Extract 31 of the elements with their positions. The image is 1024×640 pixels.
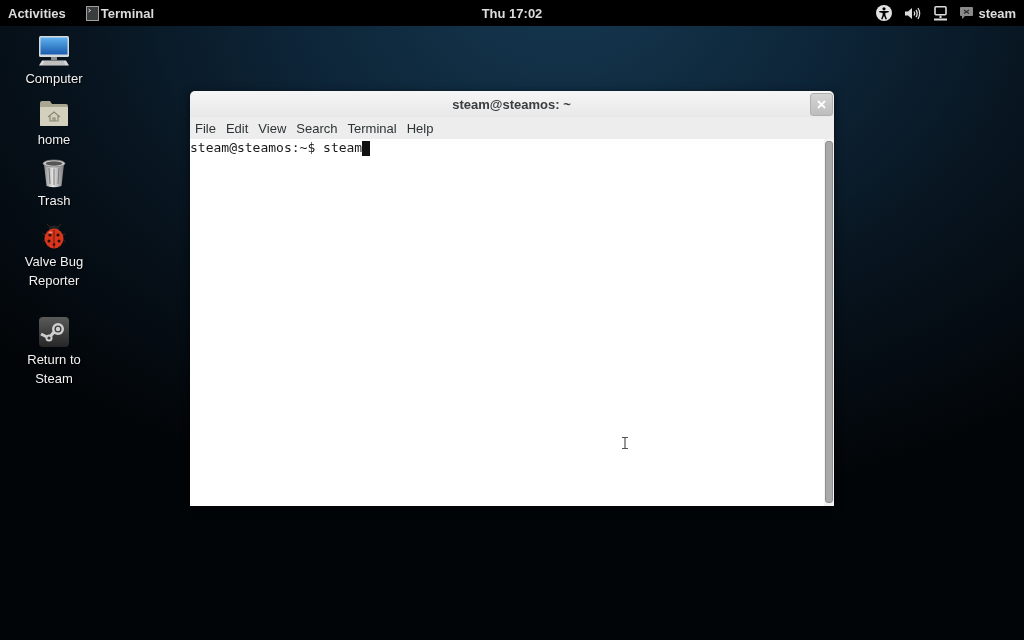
trash-icon <box>42 159 66 188</box>
menu-item[interactable]: Terminal <box>347 120 397 136</box>
block-cursor-icon <box>362 140 371 156</box>
user-menu-button[interactable]: steam <box>960 5 1016 21</box>
chat-bubble-icon <box>960 7 974 19</box>
menu-item[interactable]: Edit <box>225 120 249 136</box>
accessibility-icon[interactable] <box>876 5 893 21</box>
terminal-icon <box>85 5 99 21</box>
clock[interactable]: Thu 17:02 <box>481 5 543 21</box>
app-menu-button[interactable]: Terminal <box>85 5 155 21</box>
ladybug-icon <box>42 223 66 249</box>
close-icon <box>817 99 826 109</box>
menu-item[interactable]: View <box>258 120 287 136</box>
home-folder-icon <box>39 100 69 127</box>
scrollbar-thumb[interactable] <box>825 141 833 503</box>
computer-icon <box>38 36 70 66</box>
i-beam-pointer-icon <box>622 437 628 449</box>
menu-item[interactable]: Search <box>296 120 338 136</box>
desktop-icon-label[interactable]: Trash <box>37 191 71 210</box>
window-title: steam@steamos: ~ <box>451 96 572 112</box>
menu-item[interactable]: Help <box>406 120 434 136</box>
activities-button[interactable]: Activities <box>8 5 66 21</box>
terminal-line: steam@steamos:~$ steam <box>190 140 363 156</box>
volume-icon[interactable] <box>905 6 922 20</box>
steam-logo-icon <box>39 317 69 347</box>
desktop-icon-label[interactable]: home <box>37 130 71 149</box>
desktop-icon-label[interactable]: Return to Steam <box>11 350 97 388</box>
desktop-icon-label[interactable]: Computer <box>25 69 83 88</box>
desktop-icon-label[interactable]: Valve Bug Reporter <box>11 252 97 290</box>
menu-item[interactable]: File <box>195 120 216 136</box>
network-icon[interactable] <box>934 5 948 21</box>
